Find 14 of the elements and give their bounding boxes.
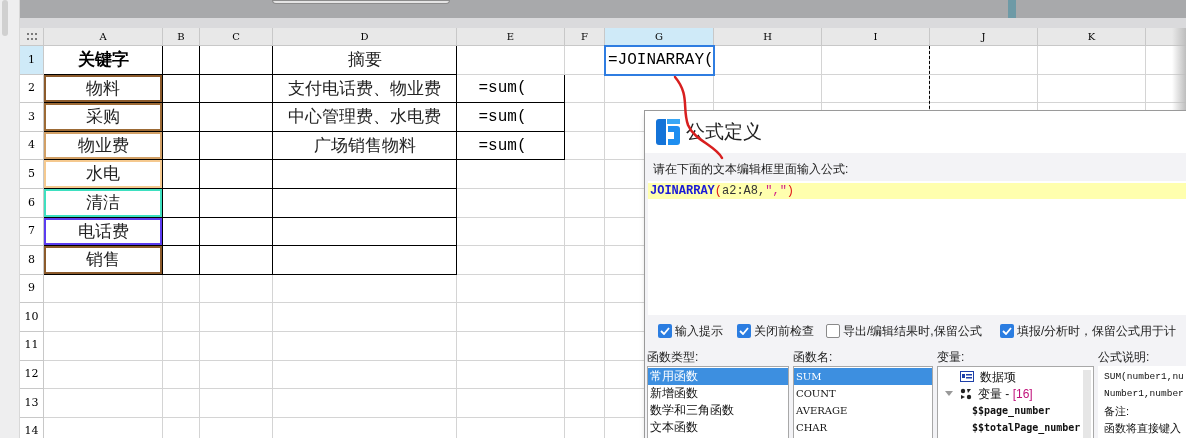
formula-token: ) bbox=[786, 183, 795, 200]
description-line: Number1,number bbox=[1104, 387, 1184, 402]
description-line: 备注: bbox=[1104, 404, 1130, 420]
panel-label: 函数类型: bbox=[647, 349, 700, 366]
formula-token: ( bbox=[714, 183, 722, 200]
description-line: 函数将直接键入 bbox=[1104, 421, 1181, 437]
formula-token: JOINARRAY bbox=[650, 183, 715, 200]
formula-token: a2:A8, bbox=[722, 183, 766, 200]
panel-label: 函数名: bbox=[793, 349, 834, 366]
panel-label: 变量: bbox=[937, 349, 966, 366]
description-line: SUM(number1,nu bbox=[1104, 370, 1184, 385]
formula-token: "," bbox=[765, 183, 787, 200]
prompt-label: 请在下面的文本编辑框里面输入公式: bbox=[653, 161, 850, 177]
panel-label: 公式说明: bbox=[1098, 349, 1151, 366]
